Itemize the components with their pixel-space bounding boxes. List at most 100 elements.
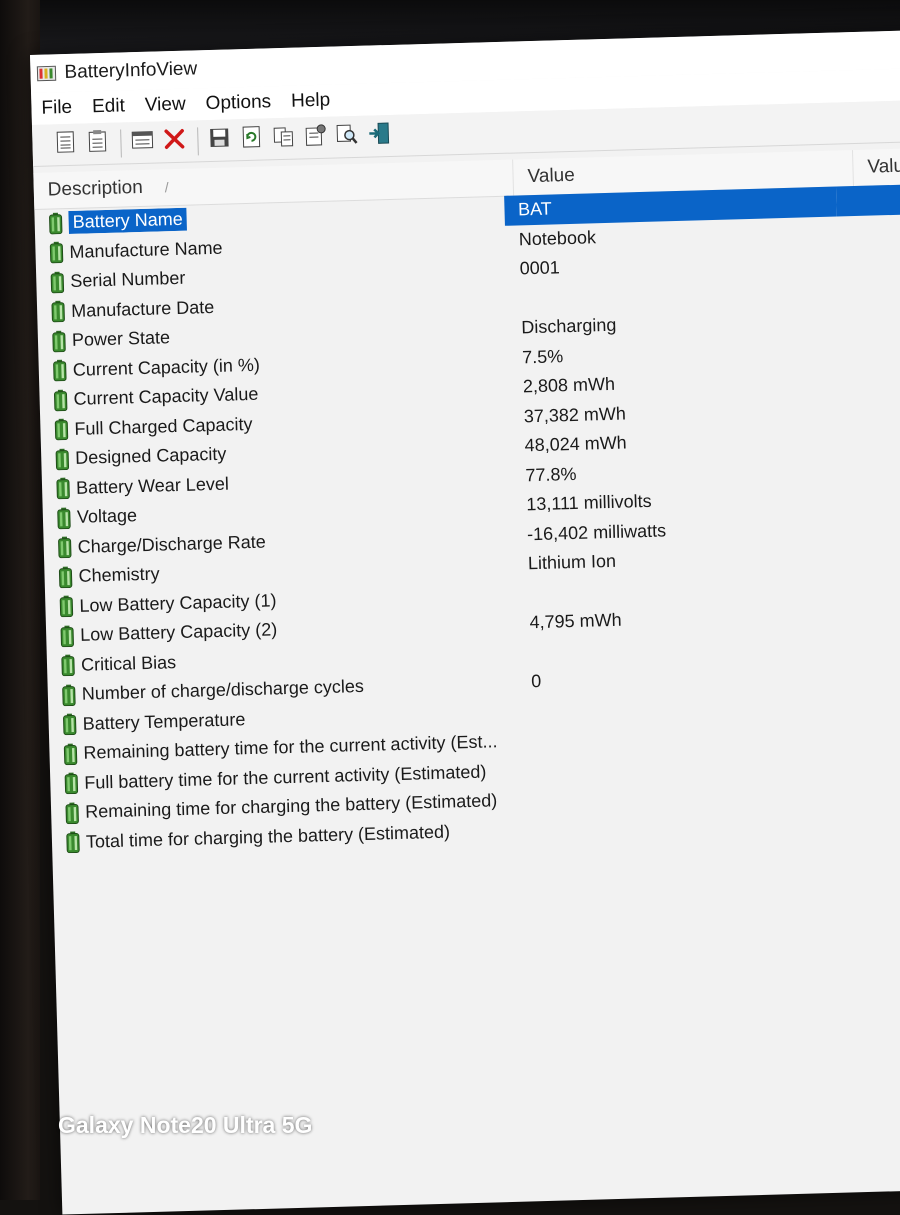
battery-icon <box>54 418 69 440</box>
row-value-2 <box>851 715 900 747</box>
battery-icon <box>50 271 65 293</box>
row-description: Power State <box>72 327 171 351</box>
row-description: Current Capacity Value <box>73 384 258 410</box>
delete-button[interactable] <box>159 126 190 157</box>
row-value-2 <box>853 774 900 806</box>
row-value-2 <box>849 626 900 658</box>
battery-icon <box>64 772 79 794</box>
battery-icon <box>57 507 72 529</box>
battery-icon <box>60 625 75 647</box>
battery-icon <box>48 212 63 234</box>
row-description: Serial Number <box>70 268 186 292</box>
battery-icon <box>55 448 70 470</box>
menu-view[interactable]: View <box>135 93 196 117</box>
row-description: Total time for charging the battery (Est… <box>86 821 451 852</box>
column-header-value-label: Value <box>527 165 575 187</box>
battery-icon <box>53 359 68 381</box>
row-description: Designed Capacity <box>75 444 227 469</box>
sort-ascending-icon: / <box>165 179 169 195</box>
battery-icon <box>62 684 77 706</box>
battery-icon <box>58 566 73 588</box>
battery-icon <box>49 241 64 263</box>
row-description: Battery Temperature <box>82 709 245 735</box>
battery-icon <box>66 831 81 853</box>
options-icon <box>303 123 328 153</box>
row-description: Charge/Discharge Rate <box>77 531 266 557</box>
save-icon <box>207 125 232 155</box>
html-report-button[interactable] <box>50 129 81 160</box>
row-value-2 <box>842 390 900 422</box>
row-value-2 <box>839 272 900 304</box>
row-description: Full Charged Capacity <box>74 414 253 440</box>
row-description: Low Battery Capacity (1) <box>79 590 277 616</box>
window-title: BatteryInfoView <box>64 58 197 84</box>
row-description: Chemistry <box>78 564 160 587</box>
battery-icon <box>65 802 80 824</box>
row-value-2 <box>840 302 900 334</box>
properties-icon <box>130 129 155 157</box>
toolbar-separator <box>120 129 122 157</box>
row-value-2 <box>841 361 900 393</box>
menu-help[interactable]: Help <box>281 89 341 113</box>
battery-icon <box>57 536 72 558</box>
row-description: Number of charge/discharge cycles <box>82 676 365 705</box>
battery-icon <box>51 300 66 322</box>
toolbar-separator <box>197 127 199 155</box>
battery-icon <box>63 743 78 765</box>
row-value-2 <box>848 597 900 629</box>
delete-icon <box>162 127 187 157</box>
row-description: Critical Bias <box>81 652 177 676</box>
menu-options[interactable]: Options <box>195 91 281 115</box>
report-icon <box>86 129 109 159</box>
row-value-2 <box>844 449 900 481</box>
row-value-2 <box>843 420 900 452</box>
battery-icon <box>62 713 77 735</box>
row-description: Low Battery Capacity (2) <box>80 620 278 646</box>
row-value-2 <box>850 685 900 717</box>
row-value-2 <box>836 184 900 216</box>
refresh-button[interactable] <box>236 124 267 155</box>
row-description: Battery Wear Level <box>76 473 229 498</box>
row-value-2 <box>845 508 900 540</box>
column-header-value-2[interactable]: Valu <box>853 147 900 186</box>
row-description: Current Capacity (in %) <box>73 354 261 380</box>
find-button[interactable] <box>332 121 363 152</box>
column-header-description-label: Description <box>47 177 143 201</box>
battery-icon <box>61 654 76 676</box>
report-button[interactable] <box>82 128 113 159</box>
row-value-2 <box>854 803 900 835</box>
find-icon <box>335 122 360 152</box>
copy-icon <box>271 124 296 154</box>
row-description: Manufacture Date <box>71 297 215 322</box>
exit-icon <box>367 121 392 151</box>
row-value-2 <box>846 538 900 570</box>
column-header-value-2-label: Valu <box>867 156 900 178</box>
refresh-icon <box>240 125 263 155</box>
save-button[interactable] <box>204 125 235 156</box>
row-value-2 <box>847 567 900 599</box>
options-button[interactable] <box>300 122 331 153</box>
battery-icon <box>59 595 74 617</box>
exit-button[interactable] <box>364 120 395 151</box>
row-value-2 <box>838 243 900 275</box>
battery-icon <box>56 477 71 499</box>
row-description: Manufacture Name <box>69 237 223 262</box>
copy-button[interactable] <box>268 123 299 154</box>
camera-watermark: Galaxy Note20 Ultra 5G <box>58 1112 312 1139</box>
battery-icon <box>52 330 67 352</box>
row-value-2 <box>844 479 900 511</box>
battery-icon <box>53 389 68 411</box>
menu-edit[interactable]: Edit <box>82 95 135 118</box>
row-value-2 <box>849 656 900 688</box>
row-value-2 <box>840 331 900 363</box>
row-value-2 <box>852 744 900 776</box>
row-description: Voltage <box>77 505 138 528</box>
app-window: BatteryInfoView FileEditViewOptionsHelp … <box>30 30 900 1215</box>
row-description: Battery Name <box>68 208 187 234</box>
properties-button[interactable] <box>127 127 158 158</box>
battery-app-icon <box>36 63 57 84</box>
menu-file[interactable]: File <box>31 97 82 120</box>
html-report-icon <box>54 130 77 160</box>
battery-info-list: Battery NameBATManufacture NameNotebookS… <box>34 184 900 858</box>
row-value-2 <box>837 213 900 245</box>
